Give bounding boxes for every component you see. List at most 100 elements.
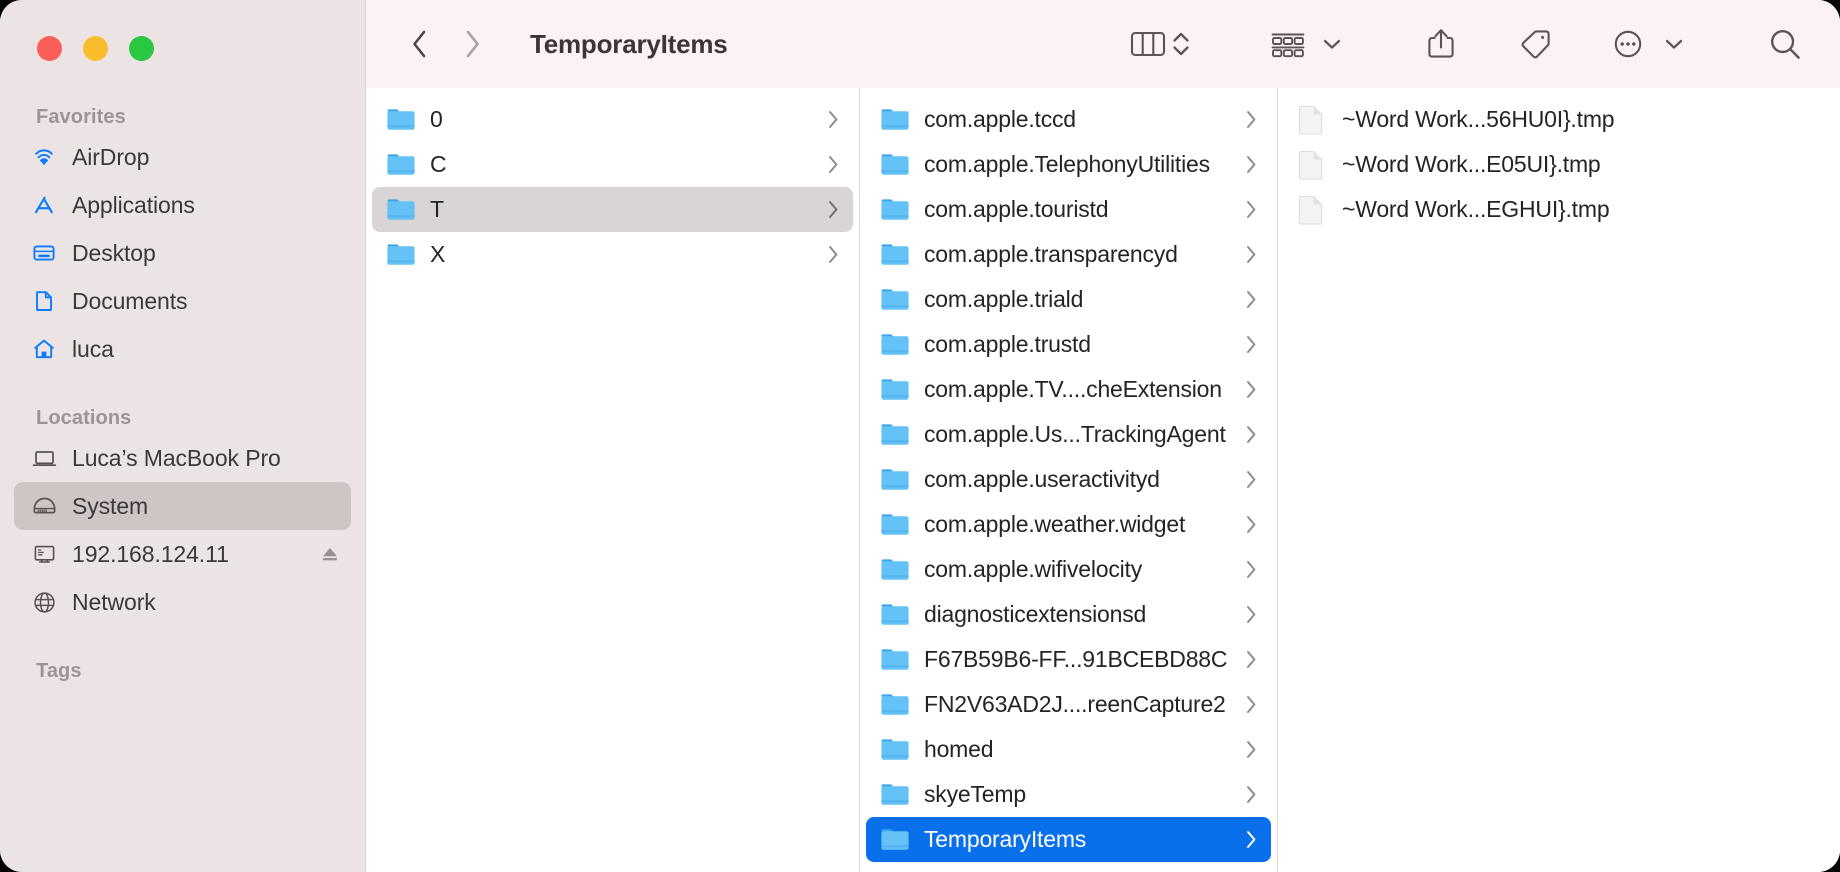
chevron-right-icon (1243, 694, 1259, 715)
finder-window: Favorites AirDrop Applications Desktop D… (0, 0, 1840, 872)
zoom-button[interactable] (129, 36, 154, 61)
list-item-selected[interactable]: T (372, 187, 853, 232)
folder-icon (880, 197, 910, 223)
column-view-button[interactable] (1128, 18, 1168, 70)
chevron-down-icon[interactable] (1320, 18, 1344, 70)
server-icon (30, 540, 58, 568)
sidebar-item-label: Desktop (72, 239, 156, 266)
chevron-right-icon (825, 109, 841, 130)
folder-icon (880, 782, 910, 808)
list-item-label: ~Word Work...E05UI}.tmp (1342, 151, 1601, 177)
sidebar-item-label: System (72, 492, 149, 519)
forward-button[interactable] (452, 18, 492, 70)
sidebar-item-server-192-168-124-11[interactable]: 192.168.124.11 (14, 530, 351, 578)
list-item-label: com.apple.transparencyd (924, 241, 1178, 267)
list-item[interactable]: C (372, 142, 853, 187)
list-item-label: FN2V63AD2J....reenCapture2 (924, 691, 1226, 717)
list-item[interactable]: ~Word Work...56HU0I}.tmp (1284, 97, 1834, 142)
list-item[interactable]: com.apple.transparencyd (866, 232, 1271, 277)
sidebar-item-label: Network (72, 588, 156, 615)
list-item[interactable]: diagnosticextensionsd (866, 592, 1271, 637)
group-items-button[interactable] (1268, 18, 1308, 70)
search-button[interactable] (1760, 18, 1810, 70)
folder-icon (880, 647, 910, 673)
column-1[interactable]: 0 C T X (366, 88, 860, 872)
list-item[interactable]: homed (866, 727, 1271, 772)
minimize-button[interactable] (83, 36, 108, 61)
list-item-label: com.apple.useractivityd (924, 466, 1160, 492)
list-item[interactable]: com.apple.useractivityd (866, 457, 1271, 502)
list-item-selected[interactable]: TemporaryItems (866, 817, 1271, 862)
chevron-right-icon (825, 199, 841, 220)
list-item[interactable]: com.apple.wifivelocity (866, 547, 1271, 592)
list-item[interactable]: com.apple.Us...TrackingAgent (866, 412, 1271, 457)
list-item[interactable]: skyeTemp (866, 772, 1271, 817)
chevron-down-icon[interactable] (1662, 18, 1686, 70)
column-3[interactable]: ~Word Work...56HU0I}.tmp ~Word Work...E05… (1278, 88, 1840, 872)
list-item[interactable]: com.apple.triald (866, 277, 1271, 322)
eject-icon[interactable] (319, 543, 341, 565)
close-button[interactable] (37, 36, 62, 61)
sidebar-item-luca[interactable]: luca (14, 325, 351, 373)
group-by-group[interactable] (1268, 18, 1344, 70)
list-item[interactable]: X (372, 232, 853, 277)
more-button[interactable] (1606, 18, 1650, 70)
list-item[interactable]: ~Word Work...EGHUI}.tmp (1284, 187, 1834, 232)
back-button[interactable] (400, 18, 440, 70)
column-2[interactable]: com.apple.tccd com.apple.TelephonyUtiliti… (860, 88, 1278, 872)
list-item[interactable]: ~Word Work...E05UI}.tmp (1284, 142, 1834, 187)
sidebar-item-system[interactable]: System (14, 482, 351, 530)
tags-button[interactable] (1512, 18, 1558, 70)
sidebar-item-label: Documents (72, 287, 188, 314)
share-button[interactable] (1418, 18, 1464, 70)
folder-icon (386, 242, 416, 268)
sidebar-item-label: 192.168.124.11 (72, 540, 229, 567)
traffic-lights (37, 36, 154, 61)
sidebar-item-label: luca (72, 335, 114, 362)
sidebar-item-documents[interactable]: Documents (14, 277, 351, 325)
sidebar-section-locations-title: Locations (36, 407, 132, 429)
sidebar-item-applications[interactable]: Applications (14, 181, 351, 229)
folder-icon (880, 242, 910, 268)
list-item[interactable]: com.apple.touristd (866, 187, 1271, 232)
chevron-right-icon (1243, 154, 1259, 175)
list-item[interactable]: FN2V63AD2J....reenCapture2 (866, 682, 1271, 727)
list-item[interactable]: com.apple.weather.widget (866, 502, 1271, 547)
list-item-label: com.apple.TV....cheExtension (924, 376, 1222, 402)
sidebar-section-favorites-title: Favorites (36, 106, 126, 128)
view-mode-group[interactable] (1128, 18, 1194, 70)
sidebar-item-desktop[interactable]: Desktop (14, 229, 351, 277)
list-item[interactable]: com.apple.TV....cheExtension (866, 367, 1271, 412)
home-icon (30, 335, 58, 363)
sidebar-scroll-area[interactable]: Favorites AirDrop Applications Desktop D… (0, 98, 365, 872)
list-item[interactable]: 0 (372, 97, 853, 142)
toolbar: TemporaryItems (366, 0, 1840, 88)
laptop-icon (30, 444, 58, 472)
folder-icon (880, 377, 910, 403)
chevron-right-icon (1243, 379, 1259, 400)
view-options-stepper[interactable] (1168, 18, 1194, 70)
list-item[interactable]: com.apple.trustd (866, 322, 1271, 367)
chevron-right-icon (1243, 829, 1259, 850)
chevron-right-icon (1243, 469, 1259, 490)
applications-icon (30, 191, 58, 219)
sidebar-item-label: AirDrop (72, 143, 150, 170)
sidebar-item-airdrop[interactable]: AirDrop (14, 133, 351, 181)
list-item-label: com.apple.weather.widget (924, 511, 1186, 537)
list-item[interactable]: F67B59B6-FF...91BCEBD88C (866, 637, 1271, 682)
sidebar-item-macbook-pro[interactable]: Luca’s MacBook Pro (14, 434, 351, 482)
list-item-label: com.apple.triald (924, 286, 1084, 312)
more-group[interactable] (1606, 18, 1686, 70)
folder-icon (880, 602, 910, 628)
list-item-label: X (430, 241, 446, 267)
globe-icon (30, 588, 58, 616)
chevron-right-icon (1243, 514, 1259, 535)
sidebar-section-tags-title: Tags (36, 660, 82, 682)
sidebar-item-network[interactable]: Network (14, 578, 351, 626)
list-item-label: TemporaryItems (924, 826, 1087, 852)
list-item[interactable]: com.apple.TelephonyUtilities (866, 142, 1271, 187)
harddisk-icon (30, 492, 58, 520)
list-item[interactable]: com.apple.tccd (866, 97, 1271, 142)
airdrop-icon (30, 143, 58, 171)
list-item-label: com.apple.wifivelocity (924, 556, 1143, 582)
